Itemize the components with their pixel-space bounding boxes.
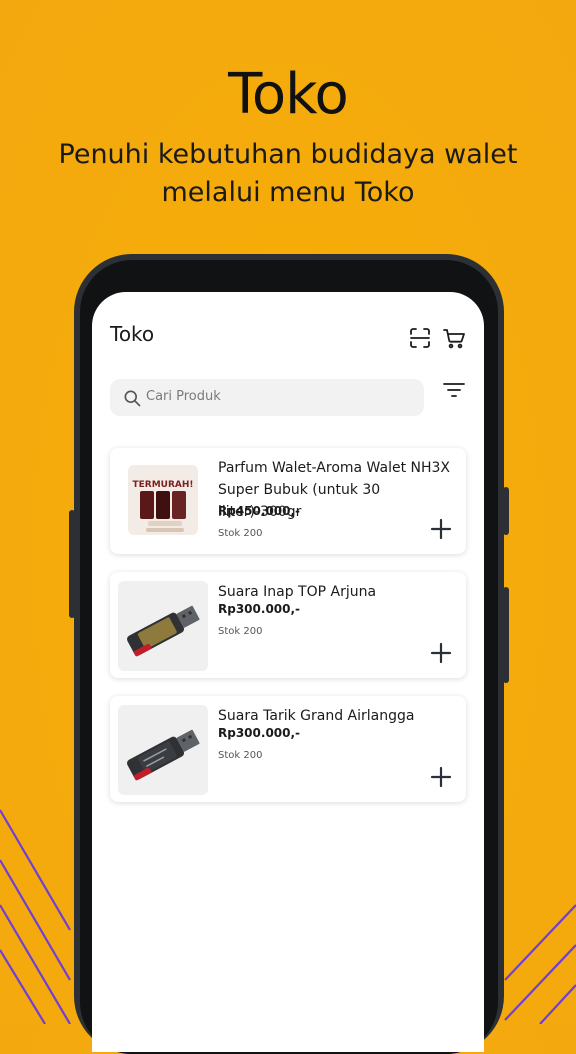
page-title: Toko [110, 322, 155, 346]
product-name: Suara Inap TOP Arjuna [218, 584, 377, 600]
promo-subtitle: Penuhi kebutuhan budidaya walet melalui … [58, 139, 518, 208]
add-to-cart-button[interactable] [430, 518, 452, 540]
scan-icon[interactable] [408, 326, 432, 350]
product-card[interactable]: Suara Inap TOP Arjuna Rp300.000,- Stok 2… [110, 572, 466, 678]
search-placeholder: Cari Produk [146, 389, 221, 404]
product-price: Rp300.000,- [218, 602, 301, 616]
cart-icon[interactable] [442, 326, 466, 350]
product-image [118, 705, 208, 795]
promo-title: Toko [228, 62, 349, 127]
add-to-cart-button[interactable] [430, 766, 452, 788]
product-stock: Stok 200 [218, 528, 263, 539]
product-name: Suara Tarik Grand Airlangga [218, 708, 415, 724]
app-screen: Toko Cari Produk TERMURAH! Parfum Walet-… [92, 292, 484, 1052]
product-image-text: TERMURAH! [132, 480, 193, 490]
product-card[interactable]: Suara Tarik Grand Airlangga Rp300.000,- … [110, 696, 466, 802]
product-price: Rp300.000,- [218, 726, 301, 740]
product-image [118, 581, 208, 671]
add-to-cart-button[interactable] [430, 642, 452, 664]
product-stock: Stok 200 [218, 626, 263, 637]
filter-icon[interactable] [442, 380, 466, 400]
product-stock: Stok 200 [218, 750, 263, 761]
search-icon [124, 390, 141, 407]
product-image: TERMURAH! [118, 457, 208, 547]
search-input[interactable]: Cari Produk [110, 379, 424, 416]
product-price: Rp450.000,- [218, 504, 301, 518]
app-header: Toko [92, 292, 484, 372]
product-card[interactable]: TERMURAH! Parfum Walet-Aroma Walet NH3X … [110, 448, 466, 554]
